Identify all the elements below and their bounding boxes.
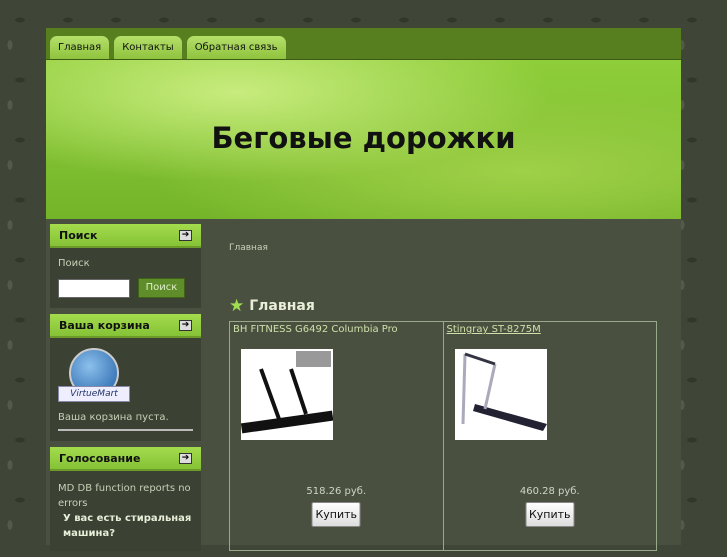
product-price: 460.28 руб. — [519, 486, 580, 497]
product-grid: BH FITNESS G6492 Columbia Pro 518.26 руб… — [229, 321, 657, 551]
arrow-right-icon[interactable]: ➔ — [179, 452, 192, 464]
product-image[interactable] — [240, 349, 334, 440]
product-card: Stingray ST-8275M 460.28 руб. Купить — [442, 322, 657, 550]
logo-text: VirtueMart — [58, 386, 130, 402]
site-title: Беговые дорожки — [211, 120, 516, 155]
poll-error: MD DB function reports no errors — [58, 483, 191, 509]
product-name[interactable]: BH FITNESS G6492 Columbia Pro — [233, 324, 398, 335]
cart-module-title: Ваша корзина — [59, 318, 150, 332]
search-module: Поиск ➔ Поиск Поиск — [50, 224, 201, 308]
breadcrumb: Главная — [229, 243, 268, 253]
poll-module-title: Голосование — [59, 451, 141, 465]
product-card: BH FITNESS G6492 Columbia Pro 518.26 руб… — [230, 322, 443, 550]
search-button[interactable]: Поиск — [138, 278, 185, 298]
divider — [58, 429, 193, 431]
star-icon: ★ — [229, 296, 245, 316]
tab-home[interactable]: Главная — [50, 36, 110, 59]
left-sidebar: Поиск ➔ Поиск Поиск Ваша корзина ➔ VirtueM… — [50, 224, 201, 557]
top-nav: Главная Контакты Обратная связь — [46, 28, 681, 60]
tab-contacts[interactable]: Контакты — [114, 36, 182, 59]
cart-module: Ваша корзина ➔ VirtueMart Ваша корзина пу… — [50, 314, 201, 441]
buy-button[interactable]: Купить — [311, 502, 361, 527]
tab-feedback[interactable]: Обратная связь — [186, 36, 286, 59]
buy-button[interactable]: Купить — [525, 502, 575, 527]
poll-question: У вас есть стиральная машина? — [63, 513, 192, 539]
arrow-right-icon[interactable]: ➔ — [179, 319, 192, 331]
arrow-right-icon[interactable]: ➔ — [179, 229, 192, 241]
cart-empty-text: Ваша корзина пуста. — [58, 412, 169, 423]
search-module-title: Поиск — [59, 228, 98, 242]
search-input[interactable] — [58, 278, 130, 298]
product-name-link[interactable]: Stingray ST-8275M — [447, 324, 541, 335]
product-image[interactable] — [454, 349, 547, 440]
page-title: Главная — [249, 298, 315, 314]
product-price: 518.26 руб. — [306, 486, 367, 497]
header-banner: Беговые дорожки — [46, 60, 681, 219]
search-label: Поиск — [58, 258, 90, 269]
page-container: Главная Контакты Обратная связь Беговые … — [46, 28, 681, 551]
virtuemart-logo: VirtueMart — [58, 348, 130, 406]
poll-module: Голосование ➔ MD DB function reports no e… — [50, 447, 201, 551]
